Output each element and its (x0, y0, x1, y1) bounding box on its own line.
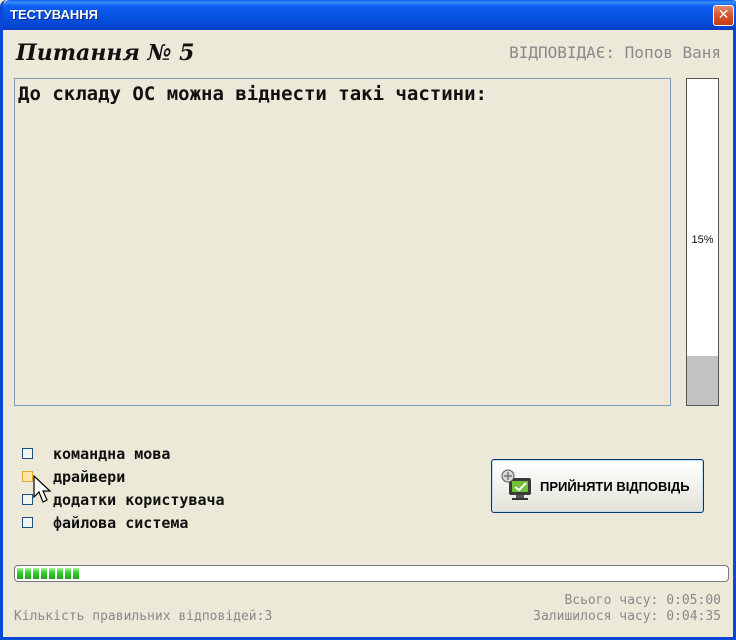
total-time: Всього часу: 0:05:00 (564, 593, 721, 608)
accept-answer-label: ПРИЙНЯТИ ВІДПОВІДЬ (540, 478, 690, 494)
question-box: До складу ОС можна віднести такі частини… (14, 78, 671, 406)
time-progress-segment (57, 568, 63, 579)
time-progress-segment (33, 568, 39, 579)
test-window: ТЕСТУВАННЯ ✕ Питання № 5 ВІДПОВІДАЄ: Поп… (0, 0, 736, 640)
time-progress-segment (65, 568, 71, 579)
student-label: ВІДПОВІДАЄ: Попов Ваня (509, 43, 721, 62)
answer-checkbox[interactable] (22, 494, 33, 505)
question-progress-label: 15% (691, 234, 714, 246)
computer-accept-icon (501, 469, 531, 500)
answer-checkbox[interactable] (22, 517, 33, 528)
window-title: ТЕСТУВАННЯ (10, 7, 98, 22)
time-progress-segment (17, 568, 23, 579)
answer-checkbox[interactable] (22, 448, 33, 459)
answer-checkbox[interactable] (22, 471, 33, 482)
correct-answers-count: Кількість правильних відповідей:3 (14, 609, 273, 624)
time-progress-segment (73, 568, 79, 579)
mouse-cursor-icon (33, 475, 52, 503)
close-button[interactable]: ✕ (713, 5, 734, 26)
time-progress-bar (14, 565, 729, 582)
question-progress-fill (687, 356, 718, 405)
close-icon: ✕ (717, 7, 730, 23)
time-progress-segment (25, 568, 31, 579)
question-number-title: Питання № 5 (16, 40, 195, 66)
time-info: Всього часу: 0:05:00 Залишилося часу: 0:… (533, 593, 721, 625)
title-bar[interactable]: ТЕСТУВАННЯ ✕ (3, 0, 736, 30)
time-progress-fill (17, 568, 726, 579)
answer-option[interactable]: файлова система (22, 511, 225, 534)
answer-option-label: драйвери (53, 467, 126, 486)
answer-option-label: командна мова (53, 444, 171, 463)
remaining-time: Залишилося часу: 0:04:35 (533, 609, 721, 624)
accept-answer-button[interactable]: ПРИЙНЯТИ ВІДПОВІДЬ (491, 459, 704, 513)
answer-option-label: додатки користувача (53, 490, 225, 509)
answer-option-label: файлова система (53, 513, 189, 532)
time-progress-segment (41, 568, 47, 579)
time-progress-segment (49, 568, 55, 579)
answer-option[interactable]: командна мова (22, 442, 225, 465)
question-text: До складу ОС можна віднести такі частини… (18, 83, 487, 105)
question-progress-bar: 15% (686, 78, 719, 406)
